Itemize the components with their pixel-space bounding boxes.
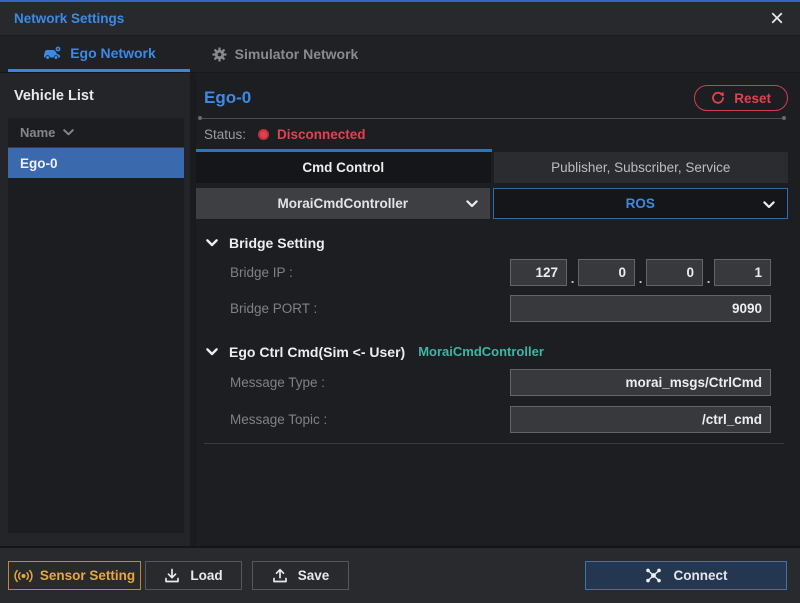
tab-simulator-network[interactable]: Simulator Network — [190, 36, 380, 72]
window-title: Network Settings — [14, 11, 770, 26]
bridge-ip-octet-2[interactable] — [578, 259, 635, 286]
ip-separator: . — [635, 272, 646, 286]
dropdown-row: MoraiCmdController ROS — [196, 188, 788, 219]
ego-ctrl-controller-name: MoraiCmdController — [418, 344, 544, 359]
load-label: Load — [190, 568, 222, 583]
status-value: Disconnected — [277, 127, 366, 142]
title-bar: Network Settings × — [0, 2, 800, 36]
car-icon — [42, 46, 62, 60]
bridge-setting-title: Bridge Setting — [229, 235, 325, 251]
message-topic-row: Message Topic : — [230, 405, 771, 433]
subtab-cmd-control[interactable]: Cmd Control — [196, 152, 491, 183]
ip-separator: . — [567, 272, 578, 286]
message-topic-input[interactable] — [510, 406, 771, 433]
name-column-header[interactable]: Name — [8, 118, 184, 148]
vehicle-list-sidebar: Vehicle List Name Ego-0 — [0, 73, 190, 546]
bridge-port-row: Bridge PORT : — [230, 294, 771, 322]
main-header: Ego-0 Reset — [196, 83, 788, 113]
load-button[interactable]: Load — [145, 561, 242, 590]
tab-ego-network[interactable]: Ego Network — [8, 36, 190, 72]
controller-dropdown[interactable]: MoraiCmdController — [196, 188, 490, 219]
bridge-ip-group: . . . — [510, 259, 771, 286]
message-type-input[interactable] — [510, 369, 771, 396]
refresh-icon — [711, 91, 725, 105]
vehicle-list-panel: Name Ego-0 — [8, 118, 184, 533]
status-label: Status: — [204, 127, 246, 142]
protocol-dropdown-value: ROS — [626, 196, 655, 211]
network-nodes-icon — [645, 567, 662, 584]
tab-simulator-network-label: Simulator Network — [235, 46, 359, 62]
bridge-ip-octet-1[interactable] — [510, 259, 567, 286]
network-settings-window: Network Settings × Ego Network — [0, 0, 800, 603]
ego-ctrl-cmd-title: Ego Ctrl Cmd(Sim <- User) — [229, 344, 405, 360]
tab-ego-network-label: Ego Network — [70, 45, 156, 61]
vehicle-list-title: Vehicle List — [0, 73, 190, 116]
ego-network-panel: Ego-0 Reset Status: Disconnect — [196, 73, 800, 546]
broadcast-icon — [14, 569, 33, 583]
dialog-body: Vehicle List Name Ego-0 Ego-0 — [0, 73, 800, 546]
ip-separator: . — [703, 272, 714, 286]
message-topic-label: Message Topic : — [230, 412, 327, 427]
connect-button[interactable]: Connect — [585, 561, 787, 590]
section-divider — [204, 443, 784, 444]
subtab-publisher-subscriber-service[interactable]: Publisher, Subscriber, Service — [494, 152, 789, 183]
connect-label: Connect — [674, 568, 728, 583]
status-disconnected-dot — [258, 129, 269, 140]
gear-icon — [212, 47, 227, 62]
name-column-label: Name — [20, 125, 55, 140]
protocol-dropdown[interactable]: ROS — [493, 188, 789, 219]
chevron-down-icon — [206, 239, 218, 247]
bridge-port-input[interactable] — [510, 295, 771, 322]
controller-dropdown-value: MoraiCmdController — [277, 196, 408, 211]
status-row: Status: Disconnected — [196, 120, 788, 149]
save-label: Save — [298, 568, 330, 583]
bridge-setting-section-header[interactable]: Bridge Setting — [196, 232, 788, 253]
sensor-setting-button[interactable]: Sensor Setting — [8, 561, 141, 590]
chevron-down-icon — [206, 348, 218, 356]
save-button[interactable]: Save — [252, 561, 349, 590]
chevron-down-icon — [63, 129, 74, 136]
upload-icon — [272, 568, 288, 584]
bridge-ip-octet-4[interactable] — [714, 259, 771, 286]
tab-bar: Ego Network Simulator Network — [0, 36, 800, 73]
bridge-port-label: Bridge PORT : — [230, 301, 317, 316]
reset-button[interactable]: Reset — [694, 85, 788, 111]
close-icon[interactable]: × — [770, 9, 784, 29]
bridge-ip-label: Bridge IP : — [230, 265, 293, 280]
message-type-row: Message Type : — [230, 368, 771, 396]
chevron-down-icon — [763, 201, 775, 209]
selected-vehicle-title: Ego-0 — [204, 88, 251, 108]
ego-ctrl-cmd-section-header[interactable]: Ego Ctrl Cmd(Sim <- User) MoraiCmdContro… — [196, 341, 788, 362]
reset-label: Reset — [734, 91, 771, 106]
download-icon — [164, 568, 180, 584]
message-type-label: Message Type : — [230, 375, 325, 390]
bridge-ip-row: Bridge IP : . . . — [230, 258, 771, 286]
bridge-ip-octet-3[interactable] — [646, 259, 703, 286]
sensor-setting-label: Sensor Setting — [40, 568, 135, 583]
footer-bar: Sensor Setting Load Save — [0, 546, 800, 603]
sub-tabs: Cmd Control Publisher, Subscriber, Servi… — [196, 152, 788, 183]
vehicle-list-item-ego0[interactable]: Ego-0 — [8, 148, 184, 178]
chevron-down-icon — [466, 200, 478, 208]
